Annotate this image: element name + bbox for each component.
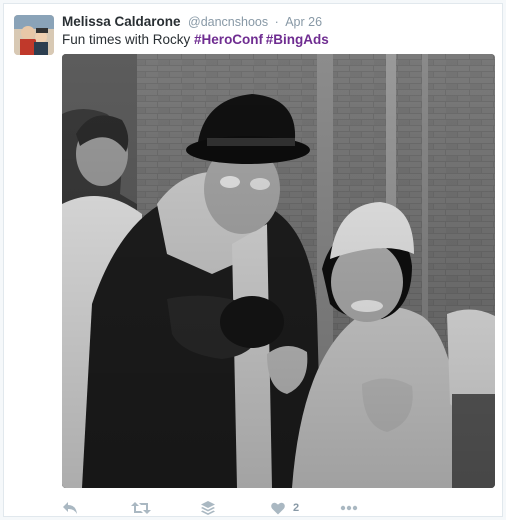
buffer-button[interactable] [201, 498, 215, 518]
reply-button[interactable] [62, 498, 78, 518]
like-button[interactable]: 2 [271, 498, 299, 518]
more-button[interactable] [340, 498, 358, 518]
author-avatar[interactable] [14, 15, 54, 55]
retweet-icon [131, 501, 151, 515]
tweet-card[interactable]: Melissa Caldarone @dancnshoos · Apr 26 F… [3, 3, 503, 517]
tweet-text-body: Fun times with Rocky [62, 32, 195, 47]
heart-icon [271, 502, 285, 515]
author-name[interactable]: Melissa Caldarone [62, 14, 181, 29]
separator-dot: · [274, 15, 279, 29]
hashtag-bingads[interactable]: #BingAds [266, 32, 329, 47]
buffer-stack-icon [201, 501, 215, 515]
tweet-actions: 2 [62, 498, 382, 518]
author-handle[interactable]: @dancnshoos [188, 15, 268, 29]
tweet-header: Melissa Caldarone @dancnshoos · Apr 26 [62, 14, 322, 30]
tweet-photo[interactable] [62, 54, 495, 488]
hashtag-heroconf[interactable]: #HeroConf [194, 32, 263, 47]
more-dots-icon [340, 505, 358, 511]
retweet-button[interactable] [131, 498, 151, 518]
reply-icon [62, 501, 78, 515]
tweet-timestamp[interactable]: Apr 26 [285, 15, 322, 29]
like-count: 2 [293, 502, 300, 514]
tweet-text: Fun times with Rocky #HeroConf #BingAds [62, 32, 329, 48]
